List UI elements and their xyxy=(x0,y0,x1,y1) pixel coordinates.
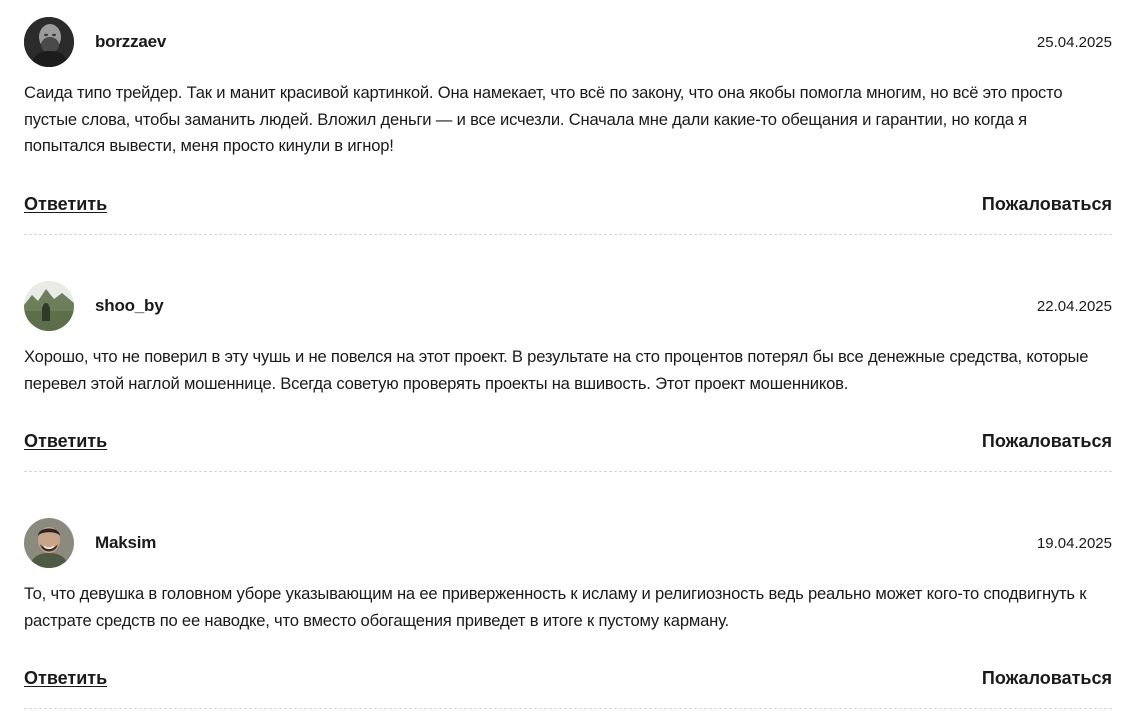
comment-date: 19.04.2025 xyxy=(1036,535,1112,552)
reply-link[interactable]: Ответить xyxy=(24,430,107,452)
avatar[interactable] xyxy=(24,518,74,568)
avatar[interactable] xyxy=(24,17,74,67)
comment-divider xyxy=(24,233,1112,235)
reply-link[interactable]: Ответить xyxy=(24,667,107,689)
reply-link[interactable]: Ответить xyxy=(24,193,107,215)
comments-list: borzzaev 25.04.2025 Саида типо трейдер. … xyxy=(0,0,1124,712)
comment-actions: Ответить Пожаловаться xyxy=(24,193,1112,217)
comment-text: Хорошо, что не поверил в эту чушь и не п… xyxy=(24,347,1089,393)
comment-text: Саида типо трейдер. Так и манит красивой… xyxy=(24,83,1063,155)
comment-date: 25.04.2025 xyxy=(1036,34,1112,51)
comment-header: Maksim 19.04.2025 xyxy=(24,518,1112,569)
comment-author: Maksim xyxy=(95,533,157,552)
report-link[interactable]: Пожаловаться xyxy=(982,430,1112,452)
comment-header: shoo_by 22.04.2025 xyxy=(24,281,1112,332)
report-link[interactable]: Пожаловаться xyxy=(982,667,1112,689)
report-link[interactable]: Пожаловаться xyxy=(982,193,1112,215)
comment-divider xyxy=(24,471,1112,472)
user-photo-icon xyxy=(24,518,74,568)
comment-text: То, что девушка в головном уборе указыва… xyxy=(24,584,1087,630)
comment-date: 22.04.2025 xyxy=(1036,298,1112,315)
comment-actions: Ответить Пожаловаться xyxy=(24,667,1112,691)
comment-item: borzzaev 25.04.2025 Саида типо трейдер. … xyxy=(24,17,1112,235)
comment-header: borzzaev 25.04.2025 xyxy=(24,17,1112,68)
avatar[interactable] xyxy=(24,281,74,331)
comment-author: shoo_by xyxy=(95,296,164,315)
user-photo-icon xyxy=(24,17,74,67)
comment-actions: Ответить Пожаловаться xyxy=(24,430,1112,454)
comment-item: shoo_by 22.04.2025 Хорошо, что не повери… xyxy=(24,281,1112,472)
comment-divider xyxy=(24,708,1112,709)
user-photo-icon xyxy=(24,281,74,331)
comment-author: borzzaev xyxy=(95,32,167,51)
comment-item: Maksim 19.04.2025 То, что девушка в голо… xyxy=(24,518,1112,709)
